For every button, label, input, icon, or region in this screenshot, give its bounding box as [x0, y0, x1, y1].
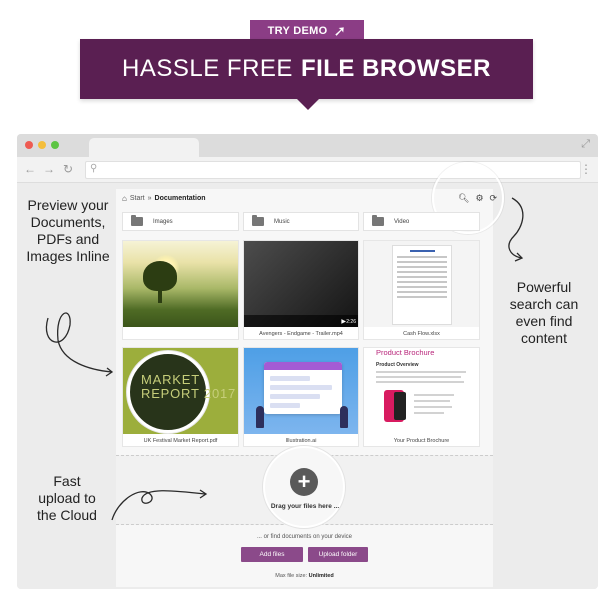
thumbnail-text: MARKET REPORT 2017	[141, 372, 237, 401]
fullscreen-icon[interactable]: ⤢	[581, 138, 590, 151]
image-thumbnail	[123, 241, 238, 327]
thumbnail-subtitle: Product Overview	[376, 362, 419, 368]
or-find-text: ... or find documents on your device	[256, 534, 353, 540]
file-tile[interactable]	[122, 240, 239, 340]
browser-navbar: ← → ↻ ⚲ ⋮	[17, 157, 598, 183]
folder-label: Video	[394, 218, 410, 225]
plus-icon[interactable]: +	[290, 468, 318, 496]
folder-icon	[252, 215, 264, 226]
file-tile[interactable]: MARKET REPORT 2017 UK Festival Market Re…	[122, 347, 239, 447]
forward-arrow-icon[interactable]: →	[43, 162, 55, 176]
video-thumbnail: ▶ 2:26	[244, 241, 358, 327]
file-caption: Your Product Brochure	[393, 438, 450, 444]
browser-titlebar: ⤢	[17, 134, 598, 157]
minimize-window-dot[interactable]	[38, 141, 46, 149]
annotation-upload: Fast upload to the Cloud	[37, 473, 97, 523]
breadcrumb-start[interactable]: Start	[130, 195, 145, 202]
annotation-preview: Preview your Documents, PDFs and Images …	[26, 197, 110, 264]
file-tile[interactable]: Product Brochure Product Overview Your P…	[363, 347, 480, 447]
close-window-dot[interactable]	[25, 141, 33, 149]
max-file-size: Max file size: Unlimited	[116, 573, 493, 579]
folder-icon	[131, 215, 143, 226]
brochure-thumbnail: Product Brochure Product Overview	[364, 348, 479, 434]
folder-label: Music	[274, 218, 290, 225]
spreadsheet-thumbnail	[364, 241, 479, 327]
promo-stage: TRY DEMO ➚ HASSLE FREE FILE BROWSER ⤢ ← …	[0, 0, 616, 609]
home-icon[interactable]: ⌂	[122, 194, 127, 203]
file-tile[interactable]: ▶ 2:26 Avengers - Endgame - Trailer.mp4	[243, 240, 359, 340]
thumbnail-title: Product Brochure	[376, 348, 435, 357]
search-icon[interactable]: 🔍︎	[458, 193, 469, 204]
max-size-value: Unlimited	[308, 573, 334, 579]
drag-hint: Drag your files here ...	[270, 503, 340, 510]
file-tile[interactable]: Cash Flow.xlsx	[363, 240, 480, 340]
hero-title-bold: FILE BROWSER	[300, 55, 491, 82]
folder-item[interactable]: Music	[243, 212, 359, 231]
file-caption: Cash Flow.xlsx	[403, 331, 440, 337]
url-bar[interactable]: ⚲	[85, 161, 581, 179]
file-tile[interactable]: Illustration.ai	[243, 347, 359, 447]
url-search-icon: ⚲	[90, 163, 98, 174]
gear-icon[interactable]: ⚙	[475, 193, 483, 204]
pdf-thumbnail: MARKET REPORT 2017	[123, 348, 238, 434]
illustration-thumbnail	[244, 348, 358, 434]
folder-item[interactable]: Images	[122, 212, 239, 231]
file-caption: Illustration.ai	[285, 438, 317, 444]
file-caption: UK Festival Market Report.pdf	[143, 438, 218, 444]
file-toolbar: 🔍︎ ⚙ ⟳	[458, 193, 497, 204]
cursor-click-icon: ➚	[333, 22, 347, 40]
banner-pointer	[296, 98, 320, 110]
annotation-search: Powerful search can even find content	[509, 279, 579, 346]
breadcrumb: ⌂ Start » Documentation	[122, 194, 206, 203]
folder-label: Images	[153, 218, 173, 225]
hero-title-light: HASSLE FREE	[122, 55, 293, 82]
max-size-label: Max file size:	[275, 573, 308, 579]
back-arrow-icon[interactable]: ←	[24, 162, 36, 176]
browser-menu-icon[interactable]: ⋮	[580, 162, 592, 176]
breadcrumb-current: Documentation	[154, 195, 206, 202]
refresh-icon[interactable]: ⟳	[490, 193, 498, 204]
file-caption: Avengers - Endgame - Trailer.mp4	[259, 331, 343, 337]
hero-banner: HASSLE FREE FILE BROWSER	[80, 39, 533, 99]
video-duration: 2:26	[346, 319, 356, 325]
reload-icon[interactable]: ↻	[63, 162, 73, 176]
folder-item[interactable]: Video	[363, 212, 480, 231]
add-files-button[interactable]: Add files	[241, 547, 303, 562]
browser-tab[interactable]	[89, 138, 199, 157]
upload-folder-button[interactable]: Upload folder	[308, 547, 368, 562]
breadcrumb-separator: »	[147, 195, 152, 202]
folder-icon	[372, 215, 384, 226]
maximize-window-dot[interactable]	[51, 141, 59, 149]
try-demo-label: TRY DEMO	[267, 25, 328, 37]
